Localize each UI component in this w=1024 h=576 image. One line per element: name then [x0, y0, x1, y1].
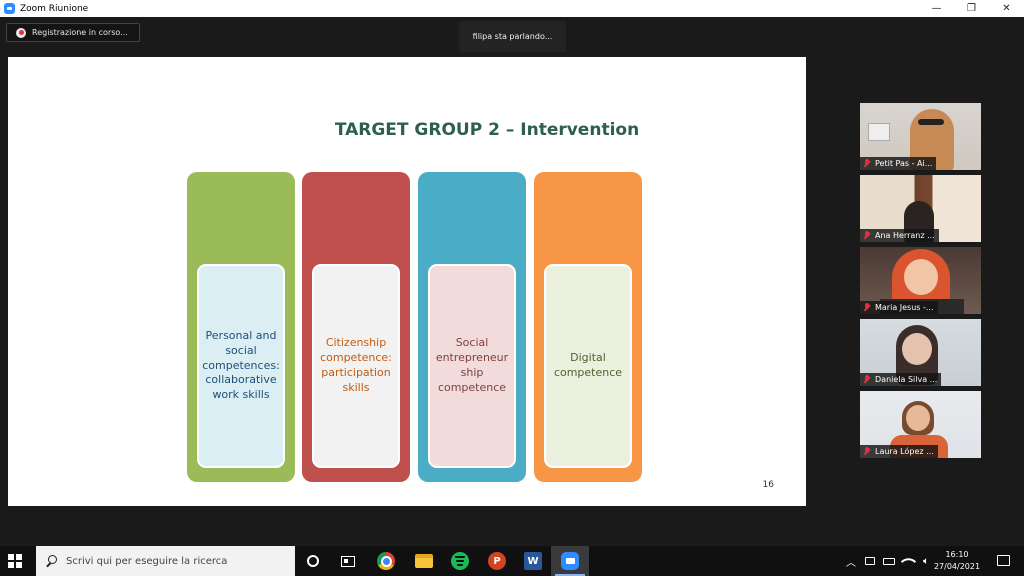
- recording-indicator[interactable]: Registrazione in corso...: [6, 23, 140, 42]
- zoom-app-icon: [4, 3, 15, 14]
- participant-tile[interactable]: Maria Jesus -...: [860, 247, 981, 314]
- meet-now-icon: [865, 557, 875, 565]
- cortana-button[interactable]: [294, 546, 332, 576]
- folder-icon: [415, 554, 433, 568]
- window-controls: — ❐ ✕: [919, 0, 1024, 17]
- competence-card-text: Personal and social competences: collabo…: [197, 264, 285, 468]
- task-view-icon: [341, 555, 355, 567]
- file-explorer-taskbar-button[interactable]: [405, 546, 443, 576]
- participant-name-bar: Ana Herranz ...: [860, 229, 939, 242]
- participant-tile[interactable]: Petit Pas - Ai...: [860, 103, 981, 170]
- wifi-icon: [900, 553, 916, 569]
- tray-battery-button[interactable]: [880, 546, 898, 576]
- participant-face: [906, 405, 930, 431]
- taskbar-search[interactable]: [36, 546, 295, 576]
- wall-frame: [868, 123, 890, 141]
- chrome-taskbar-button[interactable]: [367, 546, 405, 576]
- muted-mic-icon: [863, 303, 871, 312]
- shared-slide: TARGET GROUP 2 – Intervention Personal a…: [8, 57, 806, 506]
- chrome-icon: [377, 552, 395, 570]
- window-title: Zoom Riunione: [20, 3, 89, 14]
- powerpoint-taskbar-button[interactable]: P: [478, 546, 516, 576]
- taskbar-clock[interactable]: 16:10 27/04/2021: [928, 549, 986, 573]
- competence-card-text: Social entrepreneur ship competence: [428, 264, 516, 468]
- record-icon: [16, 27, 26, 38]
- participant-name: Petit Pas - Ai...: [875, 159, 933, 168]
- spotify-taskbar-button[interactable]: [441, 546, 479, 576]
- window-titlebar: Zoom Riunione — ❐ ✕: [0, 0, 1024, 17]
- show-hidden-icons-button[interactable]: ︿: [842, 546, 860, 576]
- battery-icon: [883, 557, 895, 565]
- slide-page-number: 16: [762, 480, 774, 490]
- participant-face: [904, 259, 938, 295]
- recording-label: Registrazione in corso...: [32, 28, 128, 37]
- participant-name: Daniela Silva ...: [875, 375, 938, 384]
- participant-face: [902, 333, 932, 365]
- spotify-icon: [451, 552, 469, 570]
- tray-network-button[interactable]: [899, 546, 917, 576]
- close-button[interactable]: ✕: [989, 0, 1024, 17]
- muted-mic-icon: [863, 231, 871, 240]
- slide-title: TARGET GROUP 2 – Intervention: [334, 120, 640, 140]
- clock-date: 27/04/2021: [933, 562, 981, 571]
- zoom-icon: [561, 552, 579, 570]
- muted-mic-icon: [863, 375, 871, 384]
- search-icon: [46, 555, 58, 567]
- participant-name-bar: Maria Jesus -...: [860, 301, 938, 314]
- word-icon: W: [524, 552, 542, 570]
- competence-card-text: Digital competence: [544, 264, 632, 468]
- participant-name-bar: Daniela Silva ...: [860, 373, 942, 386]
- powerpoint-icon: P: [488, 552, 506, 570]
- participant-name-bar: Petit Pas - Ai...: [860, 157, 937, 170]
- word-taskbar-button[interactable]: W: [514, 546, 552, 576]
- restore-button[interactable]: ❐: [954, 0, 989, 17]
- windows-taskbar: P W ︿ 🔈︎ 16:10 27/04/2021: [0, 546, 1024, 576]
- muted-mic-icon: [863, 159, 871, 168]
- participant-name: Laura López ...: [875, 447, 934, 456]
- windows-start-icon[interactable]: [8, 554, 22, 568]
- participant-tile[interactable]: Laura López ...: [860, 391, 981, 458]
- minimize-button[interactable]: —: [919, 0, 954, 17]
- tray-meet-now-button[interactable]: [861, 546, 879, 576]
- cortana-icon: [307, 555, 319, 567]
- zoom-taskbar-button[interactable]: [551, 546, 589, 576]
- muted-mic-icon: [863, 447, 871, 456]
- competence-column-social-entrepreneurship: Social entrepreneur ship competence: [418, 172, 526, 482]
- competence-column-citizenship: Citizenship competence: participation sk…: [302, 172, 410, 482]
- notification-icon[interactable]: [997, 555, 1010, 566]
- participant-name: Maria Jesus -...: [875, 303, 934, 312]
- chevron-up-icon: ︿: [846, 557, 856, 569]
- participant-tile[interactable]: Daniela Silva ...: [860, 319, 981, 386]
- search-input[interactable]: [66, 555, 286, 567]
- participant-name: Ana Herranz ...: [875, 231, 935, 240]
- clock-time: 16:10: [945, 550, 969, 559]
- competence-column-digital: Digital competence: [534, 172, 642, 482]
- participant-tile[interactable]: Ana Herranz ...: [860, 175, 981, 242]
- competence-column-personal-social: Personal and social competences: collabo…: [187, 172, 295, 482]
- task-view-button[interactable]: [329, 546, 367, 576]
- meeting-area: Registrazione in corso... filipa sta par…: [0, 17, 1024, 546]
- participant-name-bar: Laura López ...: [860, 445, 938, 458]
- competence-card-text: Citizenship competence: participation sk…: [312, 264, 400, 468]
- screen: Zoom Riunione — ❐ ✕ Registrazione in cor…: [0, 0, 1024, 576]
- glasses: [918, 119, 944, 125]
- active-speaker-label: filipa sta parlando...: [459, 21, 566, 52]
